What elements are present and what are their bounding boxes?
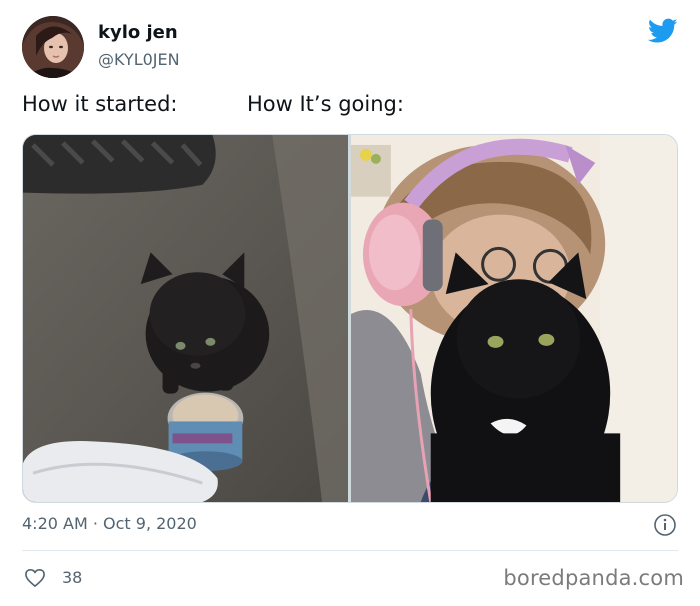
divider [22,550,678,551]
avatar[interactable] [22,16,84,78]
like-count[interactable]: 38 [62,568,82,587]
cat-with-owner-headphones-image[interactable] [351,135,677,502]
kitten-eating-image[interactable] [23,135,348,502]
handle[interactable]: @KYL0JEN [98,50,180,69]
watermark: boredpanda.com [503,566,684,590]
tweet-text-right: How It’s going: [247,92,404,116]
heart-icon[interactable] [24,568,46,588]
media-grid [22,134,678,503]
twitter-bird-icon[interactable] [647,18,678,44]
tweet-timestamp[interactable]: 4:20 AM · Oct 9, 2020 [22,514,197,533]
display-name[interactable]: kylo jen [98,22,178,43]
tweet-text-left: How it started: [22,92,178,116]
info-icon[interactable] [653,513,677,537]
